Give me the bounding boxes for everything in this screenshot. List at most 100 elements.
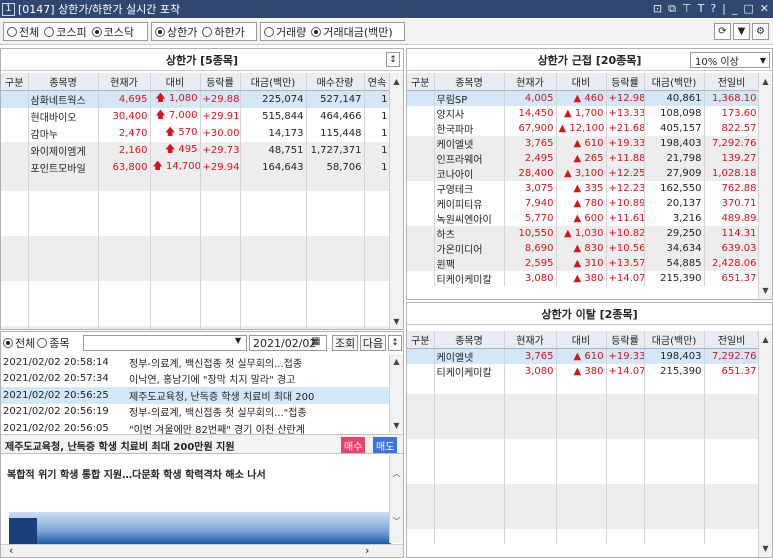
table-row[interactable]: 하츠 10,550 ▲ 1,030 +10.82 29,250 114.31 [407, 225, 760, 241]
table-row[interactable] [1, 235, 391, 251]
table-row[interactable]: 티케이케미칼 3,080 ▲ 380 +14.07 215,390 651.37 [407, 270, 760, 286]
table-row[interactable] [407, 528, 760, 544]
departed-scrollbar[interactable]: ▲ ▼ [758, 331, 772, 557]
table-row[interactable]: 와이제이엠게 2,160 🡅 495 +29.73 48,751 1,727,371 1 [1, 141, 391, 159]
scroll-up-icon[interactable]: ▲ [759, 333, 772, 346]
scroll-down-icon[interactable]: ▼ [759, 284, 772, 297]
table-row[interactable]: 현대바이오 30,400 🡅 7,000 +29.91 515,844 464,466 1 [1, 107, 391, 125]
table-row[interactable] [407, 483, 760, 499]
news-item[interactable]: 2021/02/02 20:56:19 정부-의료계, 백신접종 첫 실무회의..… [1, 404, 389, 421]
column-header[interactable]: 종목명 [28, 73, 99, 91]
table-row[interactable] [1, 175, 391, 191]
table-row[interactable]: 삼화네트웍스 4,695 🡅 1,080 +29.88 225,074 527,147 1 [1, 90, 391, 108]
article-scrollbar[interactable]: ︿ ﹀ [389, 455, 403, 543]
expand-icon[interactable]: ↕ [388, 335, 402, 351]
column-header[interactable]: 대금(백만) [240, 73, 307, 91]
expand-icon[interactable]: ↕ [386, 52, 400, 67]
column-header[interactable]: 등락률 [200, 73, 241, 91]
dropdown-icon[interactable]: ▼ [733, 23, 750, 40]
scroll-down-icon[interactable]: ▼ [390, 419, 403, 432]
table-row[interactable] [407, 423, 760, 439]
news-item[interactable]: 2021/02/02 20:56:25 제주도교육청, 난독증 학생 치료비 최대… [1, 387, 389, 404]
column-header[interactable]: 현재가 [504, 73, 557, 91]
near-scrollbar[interactable]: ▲ ▼ [758, 73, 772, 299]
table-row[interactable]: 포인트모바일 63,800 🡅 14,700 +29.94 164,643 58,706 1 [1, 158, 391, 176]
buy-button[interactable]: 매수 [341, 437, 366, 453]
column-header[interactable]: 전일비 [704, 73, 760, 91]
minimize-icon[interactable]: _ [732, 2, 738, 16]
table-row[interactable] [1, 190, 391, 206]
table-row[interactable]: 윈팩 2,595 ▲ 310 +13.57 54,885 2,428.06 [407, 255, 760, 271]
column-header[interactable]: 현재가 [98, 73, 151, 91]
table-row[interactable]: 케이엘넷 3,765 ▲ 610 +19.33 198,403 7,292.76 [407, 135, 760, 151]
column-header[interactable]: 대비 [556, 73, 607, 91]
search-button[interactable]: 조회 [332, 335, 358, 351]
market-radio-kospi[interactable]: 코스피 [44, 24, 87, 40]
scroll-down-icon[interactable]: ﹀ [390, 515, 403, 528]
column-header[interactable]: 구분 [1, 73, 29, 91]
table-row[interactable]: 한국파마 67,900 ▲ 12,100 +21.68 405,157 822.57 [407, 120, 760, 136]
table-row[interactable] [1, 295, 391, 311]
table-row[interactable] [407, 513, 760, 529]
table-row[interactable] [1, 325, 391, 329]
sort-radio-volume[interactable]: 거래량 [264, 24, 306, 40]
column-header[interactable]: 매수잔량 [306, 73, 365, 91]
column-header[interactable]: 대비 [556, 331, 607, 349]
table-row[interactable]: 케이엘넷 3,765 ▲ 610 +19.33 198,403 7,292.76 [407, 348, 760, 364]
maximize-icon[interactable]: □ [743, 2, 753, 16]
calendar-icon[interactable]: ▦ [311, 336, 320, 347]
table-row[interactable] [1, 205, 391, 221]
font-icon[interactable]: T [698, 2, 705, 16]
market-radio-kosdaq[interactable]: 코스닥 [91, 24, 134, 40]
table-row[interactable] [407, 408, 760, 424]
table-row[interactable] [1, 250, 391, 266]
table-row[interactable] [1, 280, 391, 296]
scroll-up-icon[interactable]: ▲ [759, 75, 772, 88]
scroll-down-icon[interactable]: ▼ [759, 542, 772, 555]
table-row[interactable] [407, 468, 760, 484]
next-button[interactable]: 다음 [360, 335, 386, 351]
scroll-left-icon[interactable]: ‹ [9, 544, 13, 557]
table-row[interactable] [407, 498, 760, 514]
sell-button[interactable]: 매도 [373, 437, 398, 453]
column-header[interactable]: 등락률 [606, 73, 645, 91]
scroll-right-icon[interactable]: › [365, 544, 369, 557]
column-header[interactable]: 대금(백만) [644, 331, 705, 349]
table-row[interactable]: 양지사 14,450 ▲ 1,700 +13.33 108,098 173.60 [407, 105, 760, 121]
layout-icon[interactable]: ⧉ [668, 2, 676, 16]
gear-icon[interactable]: ⚙ [752, 23, 769, 40]
help-icon[interactable]: ? [710, 2, 716, 16]
column-header[interactable]: 구분 [407, 331, 435, 349]
column-header[interactable]: 대금(백만) [644, 73, 705, 91]
scroll-up-icon[interactable]: ︿ [390, 467, 403, 480]
column-header[interactable]: 연속 [364, 73, 391, 91]
news-item[interactable]: 2021/02/02 20:58:14 정부-의료계, 백신접종 첫 실무회의..… [1, 354, 389, 371]
upper-scrollbar[interactable]: ▲ ▼ [389, 73, 403, 329]
chevron-down-icon[interactable]: ▼ [235, 336, 241, 345]
table-row[interactable] [407, 453, 760, 469]
link-icon[interactable]: ⊡ [653, 2, 662, 16]
column-header[interactable]: 전일비 [704, 331, 760, 349]
pin-icon[interactable]: ⊤ [682, 2, 692, 16]
column-header[interactable]: 종목명 [434, 331, 505, 349]
table-row[interactable] [1, 265, 391, 281]
table-row[interactable] [407, 438, 760, 454]
limit-radio-upper[interactable]: 상한가 [155, 24, 197, 40]
scroll-down-icon[interactable]: ▼ [390, 315, 403, 328]
news-radio-all[interactable]: 전체 [3, 335, 35, 351]
column-header[interactable]: 대비 [150, 73, 201, 91]
market-radio-all[interactable]: 전체 [7, 24, 39, 40]
table-row[interactable]: 가온미디어 8,690 ▲ 830 +10.56 34,634 639.03 [407, 240, 760, 256]
news-item[interactable]: 2021/02/02 20:57:34 이낙연, 홍남기에 "장막 치지 말라" … [1, 371, 389, 388]
table-row[interactable]: 인프라웨어 2,495 ▲ 265 +11.88 21,798 139.27 [407, 150, 760, 166]
table-row[interactable] [407, 393, 760, 409]
table-row[interactable]: 감마누 2,470 🡅 570 +30.00 14,173 115,448 1 [1, 124, 391, 142]
table-row[interactable] [1, 310, 391, 326]
threshold-select[interactable]: 10% 이상 ▼ [690, 52, 770, 68]
scroll-up-icon[interactable]: ▲ [390, 75, 403, 88]
column-header[interactable]: 구분 [407, 73, 435, 91]
close-icon[interactable]: ✕ [760, 2, 769, 16]
limit-radio-lower[interactable]: 하한가 [202, 24, 245, 40]
table-row[interactable]: 무림SP 4,005 ▲ 460 +12.98 40,861 1,368.10 [407, 90, 760, 106]
refresh-icon[interactable]: ⟳ [714, 23, 731, 40]
